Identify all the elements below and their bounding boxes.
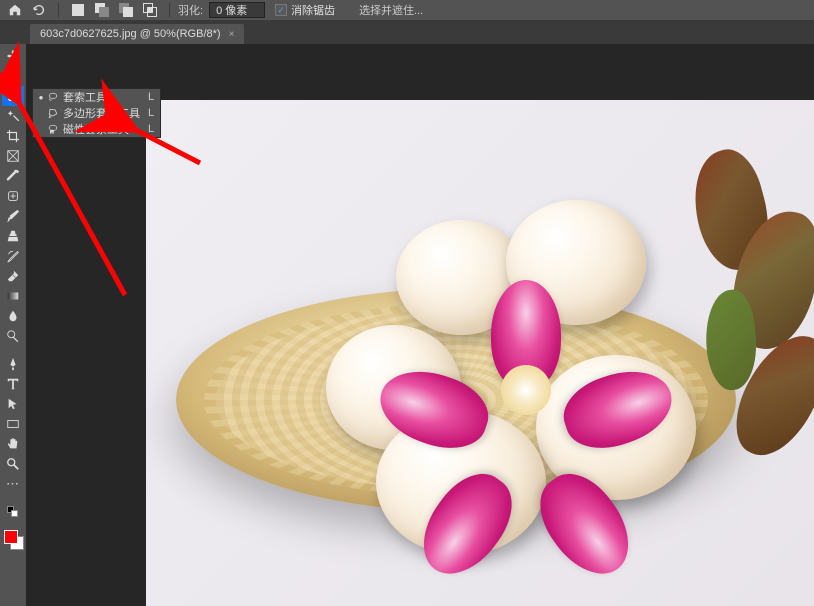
flyout-polygonal-lasso-tool[interactable]: 多边形套索工具 L xyxy=(33,105,160,121)
history-brush-tool[interactable] xyxy=(2,246,24,266)
flyout-lasso-tool[interactable]: ● 套索工具 L xyxy=(33,89,160,105)
document-tab-bar: 603c7d0627625.jpg @ 50%(RGB/8*) × xyxy=(0,20,814,44)
magic-wand-tool[interactable] xyxy=(2,106,24,126)
polygonal-lasso-icon xyxy=(45,107,61,119)
hand-tool[interactable] xyxy=(2,434,24,454)
clone-stamp-tool[interactable] xyxy=(2,226,24,246)
lasso-icon xyxy=(45,91,61,103)
antialiasing-label: 消除锯齿 xyxy=(291,2,335,18)
foreground-color-swatch[interactable] xyxy=(4,530,18,544)
flyout-item-shortcut: L xyxy=(140,107,154,119)
flyout-item-shortcut: L xyxy=(140,91,154,103)
toolbox: ⋯ xyxy=(0,44,26,606)
selection-add-icon[interactable] xyxy=(91,1,113,19)
antialiasing-checkbox[interactable]: ✓ 消除锯齿 xyxy=(275,2,335,18)
eyedropper-tool[interactable] xyxy=(2,166,24,186)
document-canvas[interactable] xyxy=(146,100,814,606)
zoom-tool[interactable] xyxy=(2,454,24,474)
selected-dot-icon: ● xyxy=(37,93,45,102)
type-tool[interactable] xyxy=(2,374,24,394)
undo-icon[interactable] xyxy=(28,1,50,19)
healing-brush-tool[interactable] xyxy=(2,186,24,206)
default-colors-icon[interactable] xyxy=(2,502,24,522)
dodge-tool[interactable] xyxy=(2,326,24,346)
crop-tool[interactable] xyxy=(2,126,24,146)
move-tool[interactable] xyxy=(2,46,24,66)
rectangle-tool[interactable] xyxy=(2,414,24,434)
options-bar: 羽化: ✓ 消除锯齿 选择并遮住... xyxy=(0,0,814,20)
document-tab-title: 603c7d0627625.jpg @ 50%(RGB/8*) xyxy=(40,28,221,40)
marquee-tool[interactable] xyxy=(2,66,24,86)
blur-tool[interactable] xyxy=(2,306,24,326)
flyout-item-shortcut: L xyxy=(140,123,154,135)
home-icon[interactable] xyxy=(4,1,26,19)
eraser-tool[interactable] xyxy=(2,266,24,286)
lasso-tool-flyout: ● 套索工具 L 多边形套索工具 L 磁性套索工具 L xyxy=(32,88,161,138)
checkbox-icon: ✓ xyxy=(275,4,287,16)
close-icon[interactable]: × xyxy=(229,29,235,40)
image-content xyxy=(646,130,814,510)
frame-tool[interactable] xyxy=(2,146,24,166)
path-selection-tool[interactable] xyxy=(2,394,24,414)
divider xyxy=(58,3,59,17)
edit-toolbar[interactable]: ⋯ xyxy=(2,474,24,494)
selection-new-icon[interactable] xyxy=(67,1,89,19)
lasso-tool[interactable] xyxy=(2,86,24,106)
select-and-mask-button[interactable]: 选择并遮住... xyxy=(349,0,433,20)
pen-tool[interactable] xyxy=(2,354,24,374)
divider xyxy=(169,3,170,17)
magnetic-lasso-icon xyxy=(45,123,61,135)
flyout-item-label: 多边形套索工具 xyxy=(61,105,140,121)
flyout-item-label: 磁性套索工具 xyxy=(61,121,140,137)
feather-input[interactable] xyxy=(209,2,265,18)
gradient-tool[interactable] xyxy=(2,286,24,306)
document-tab[interactable]: 603c7d0627625.jpg @ 50%(RGB/8*) × xyxy=(30,24,244,44)
feather-label: 羽化: xyxy=(178,2,203,18)
image-content xyxy=(436,295,616,475)
selection-subtract-icon[interactable] xyxy=(115,1,137,19)
selection-intersect-icon[interactable] xyxy=(139,1,161,19)
color-swatches[interactable] xyxy=(2,530,24,552)
brush-tool[interactable] xyxy=(2,206,24,226)
flyout-magnetic-lasso-tool[interactable]: 磁性套索工具 L xyxy=(33,121,160,137)
flyout-item-label: 套索工具 xyxy=(61,89,140,105)
